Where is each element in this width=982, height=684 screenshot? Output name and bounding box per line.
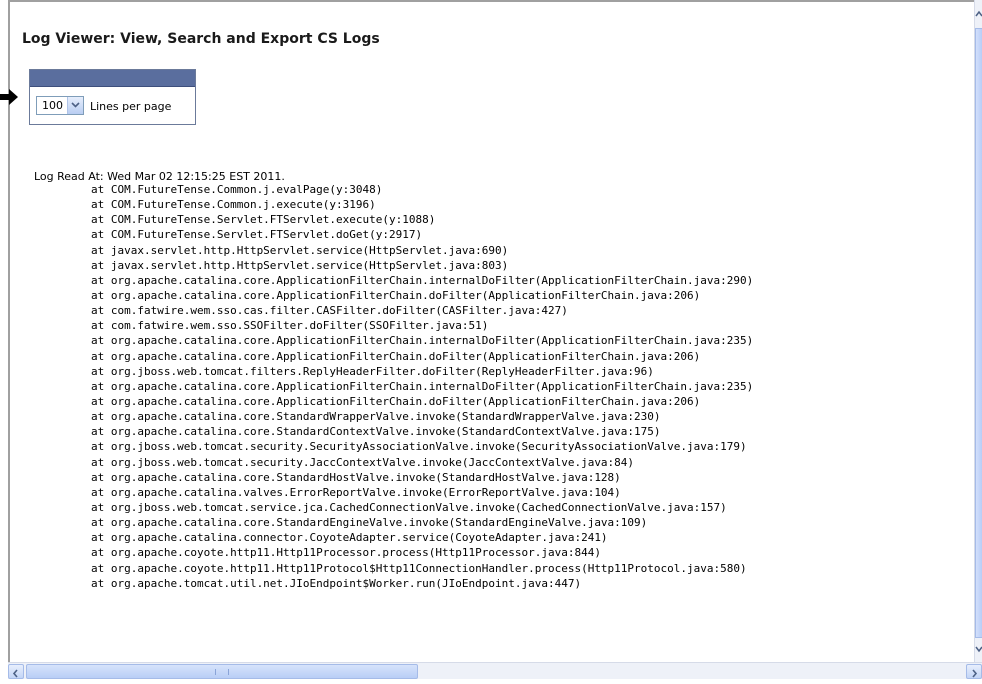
panel-header [30,70,195,87]
stack-trace-line: at org.apache.coyote.http11.Http11Proces… [91,546,601,560]
stack-trace-line: at org.apache.tomcat.util.net.JIoEndpoin… [91,576,582,590]
stack-trace-line: at org.apache.catalina.core.ApplicationF… [91,379,754,393]
stack-trace-line: at org.jboss.web.tomcat.security.Securit… [91,440,747,454]
vertical-scroll-thumb[interactable] [975,28,982,638]
stack-trace: at COM.FutureTense.Common.j.evalPage(y:3… [91,182,753,591]
stack-trace-line: at com.fatwire.wem.sso.SSOFilter.doFilte… [91,319,489,333]
lines-per-page-select[interactable]: 100 [36,96,84,115]
stack-trace-line: at org.jboss.web.tomcat.service.jca.Cach… [91,500,727,514]
stack-trace-line: at COM.FutureTense.Common.j.evalPage(y:3… [91,183,383,196]
scroll-right-button[interactable] [966,664,982,679]
scroll-left-button[interactable] [8,664,24,679]
scroll-grip [215,669,229,675]
stack-trace-line: at org.apache.catalina.connector.CoyoteA… [91,531,608,545]
stack-trace-line: at org.apache.catalina.core.ApplicationF… [91,273,754,287]
stack-trace-line: at org.apache.catalina.core.StandardCont… [91,425,661,439]
stack-trace-line: at org.apache.catalina.core.ApplicationF… [91,334,754,348]
stack-trace-line: at COM.FutureTense.Servlet.FTServlet.doG… [91,228,423,242]
horizontal-scroll-thumb[interactable] [26,664,418,679]
stack-trace-line: at org.apache.catalina.core.ApplicationF… [91,288,701,302]
stack-trace-line: at org.apache.coyote.http11.Http11Protoc… [91,561,747,575]
stack-trace-line: at org.jboss.web.tomcat.security.JaccCon… [91,455,635,469]
chevron-down-icon [71,102,80,108]
dropdown-button[interactable] [67,97,83,114]
stack-trace-line: at org.apache.catalina.core.StandardEngi… [91,516,648,530]
lines-per-page-label: Lines per page [90,100,172,113]
page-title: Log Viewer: View, Search and Export CS L… [22,31,380,47]
stack-trace-line: at javax.servlet.http.HttpServlet.servic… [91,258,509,272]
scroll-down-icon[interactable] [975,642,982,656]
stack-trace-line: at org.jboss.web.tomcat.filters.ReplyHea… [91,364,654,378]
select-value: 100 [42,99,63,112]
log-viewer-frame: Log Viewer: View, Search and Export CS L… [8,0,974,679]
chevron-left-icon [12,669,18,678]
stack-trace-line: at org.apache.catalina.valves.ErrorRepor… [91,485,621,499]
stack-trace-line: at COM.FutureTense.Servlet.FTServlet.exe… [91,213,436,227]
stack-trace-line: at javax.servlet.http.HttpServlet.servic… [91,243,509,257]
vertical-scrollbar[interactable] [974,0,982,662]
stack-trace-line: at com.fatwire.wem.sso.cas.filter.CASFil… [91,304,568,318]
stack-trace-line: at COM.FutureTense.Common.j.execute(y:31… [91,198,376,212]
stack-trace-line: at org.apache.catalina.core.StandardHost… [91,470,621,484]
callout-arrow-icon [0,89,18,105]
stack-trace-line: at org.apache.catalina.core.ApplicationF… [91,394,701,408]
horizontal-scrollbar[interactable] [8,662,982,679]
stack-trace-line: at org.apache.catalina.core.ApplicationF… [91,349,701,363]
chevron-right-icon [972,669,978,678]
scroll-up-icon[interactable] [975,8,982,20]
stack-trace-line: at org.apache.catalina.core.StandardWrap… [91,410,661,424]
lines-per-page-panel: 100 Lines per page [29,69,196,125]
